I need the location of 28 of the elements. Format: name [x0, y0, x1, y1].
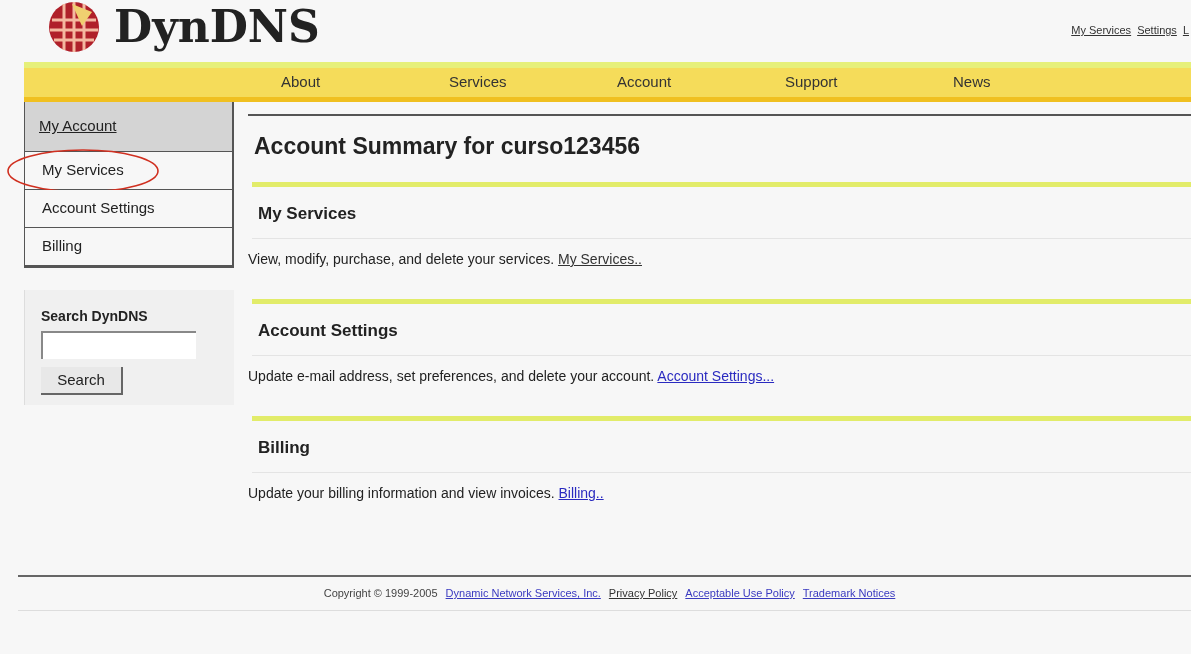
- sidebar-item[interactable]: My Account: [25, 102, 232, 152]
- search-field[interactable]: [41, 331, 196, 359]
- copyright-text: Copyright © 1999-2005: [323, 586, 438, 602]
- section-link[interactable]: Account Settings...: [657, 368, 775, 384]
- section-link[interactable]: My Services..: [558, 251, 642, 267]
- nav-link[interactable]: Account: [617, 71, 785, 94]
- section-heading: My Services: [252, 187, 1191, 239]
- search-title: Search DynDNS: [41, 307, 149, 326]
- top-link[interactable]: Settings: [1137, 22, 1177, 39]
- sidebar-item[interactable]: Account Settings: [25, 190, 232, 228]
- top-link[interactable]: My Services: [1071, 22, 1132, 39]
- nav-link[interactable]: About: [281, 71, 449, 94]
- section-description: Update e-mail address, set preferences, and delete your account. Account Settings...: [248, 367, 776, 386]
- top-link[interactable]: L: [1182, 22, 1189, 39]
- footer-link[interactable]: Privacy Policy: [608, 585, 678, 602]
- section-description: Update your billing information and view invoices. Billing..: [248, 484, 605, 503]
- section-description: View, modify, purchase, and delete your services. My Services..: [248, 250, 643, 269]
- nav-link[interactable]: Services: [449, 71, 617, 94]
- nav-link[interactable]: News: [953, 71, 1121, 94]
- footer-link[interactable]: Dynamic Network Services, Inc.: [445, 585, 601, 602]
- nav-link[interactable]: Support: [785, 71, 953, 94]
- search-button[interactable]: Search: [41, 367, 123, 395]
- section-link[interactable]: Billing..: [558, 485, 604, 501]
- section-heading: Billing: [252, 421, 1191, 473]
- page-title: Account Summary for curso123456: [253, 132, 642, 161]
- section-heading: Account Settings: [252, 304, 1191, 356]
- footer-link[interactable]: Trademark Notices: [802, 585, 896, 602]
- footer-link[interactable]: Acceptable Use Policy: [685, 585, 795, 602]
